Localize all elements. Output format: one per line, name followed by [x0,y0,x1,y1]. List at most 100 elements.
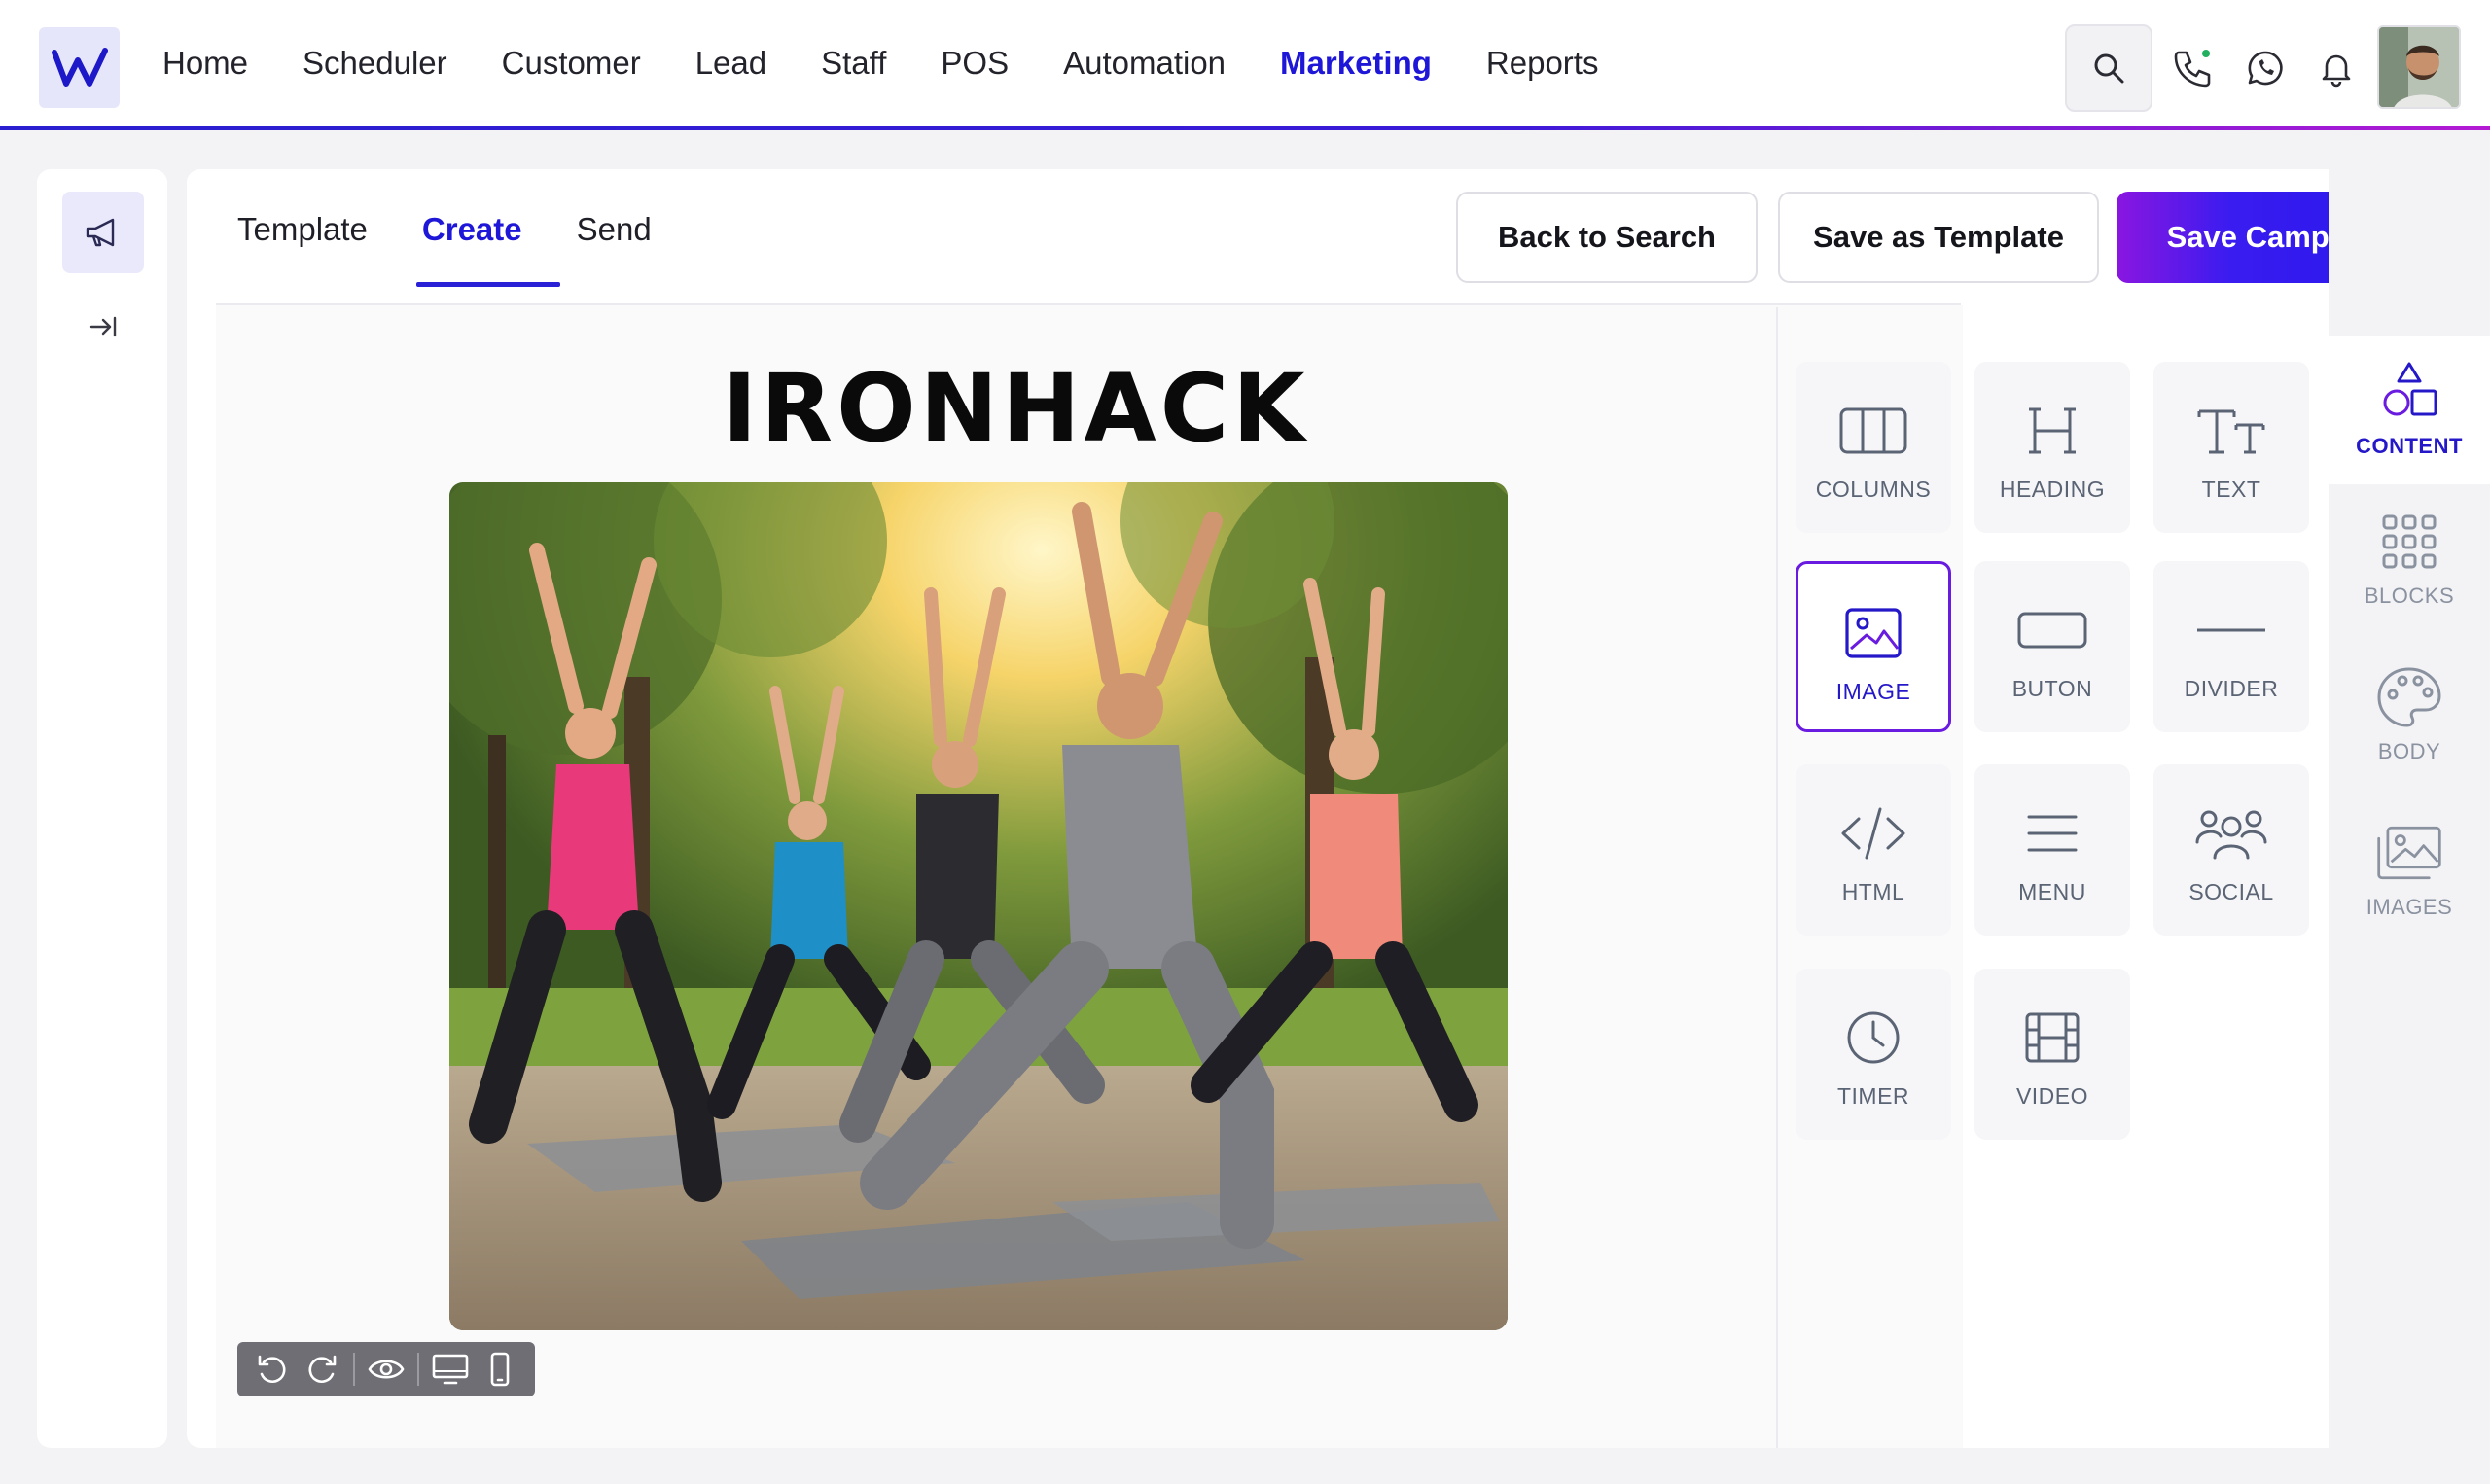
divider-icon [2194,598,2268,662]
tool-divider[interactable]: DIVIDER [2153,561,2309,732]
undo-button[interactable] [251,1348,294,1391]
save-as-template-button[interactable]: Save as Template [1778,192,2099,283]
email-hero-image[interactable] [449,482,1508,1330]
side-tab-label: IMAGES [2366,895,2453,919]
tool-label: IMAGE [1835,679,1911,704]
tool-columns[interactable]: COLUMNS [1796,362,1951,533]
tool-button[interactable]: BUTON [1974,561,2130,732]
tool-label: TIMER [1836,1083,1910,1109]
preview-button[interactable] [365,1348,408,1391]
nav-item-scheduler[interactable]: Scheduler [302,45,447,82]
mobile-view-button[interactable] [479,1348,521,1391]
canvas-toolbar [237,1342,535,1396]
logo-w-icon [51,47,108,87]
side-tab-images[interactable]: IMAGES [2329,795,2490,941]
tool-label: DIVIDER [2184,676,2279,701]
panel-divider [1776,307,1778,1448]
nav-item-customer[interactable]: Customer [502,45,641,82]
active-tab-indicator [416,282,560,287]
tool-label: HEADING [1999,477,2106,502]
bell-icon [2322,54,2351,88]
left-sidebar [37,169,167,1448]
tool-label: MENU [2018,879,2086,904]
palette-icon [2375,663,2443,731]
back-to-search-button[interactable]: Back to Search [1456,192,1758,283]
film-icon [2015,1006,2089,1070]
clock-icon [1836,1006,1910,1070]
side-tab-label: CONTENT [2356,434,2463,458]
button-icon [2015,598,2089,662]
whatsapp-icon [2248,51,2283,86]
expand-sidebar-button[interactable] [82,305,124,348]
desktop-icon [432,1354,468,1385]
tool-html[interactable]: HTML [1796,764,1951,936]
campaign-nav-button[interactable] [62,192,144,273]
tab-template[interactable]: Template [237,211,368,248]
nav-item-reports[interactable]: Reports [1486,45,1599,82]
email-canvas[interactable]: IRONHACK [216,305,1963,1448]
menu-icon [2015,801,2089,866]
tool-menu[interactable]: MENU [1974,764,2130,936]
notifications-button[interactable] [2315,47,2358,89]
user-avatar[interactable] [2377,25,2461,109]
toolbar-separator [416,1353,419,1386]
redo-button[interactable] [302,1348,344,1391]
nav-item-lead[interactable]: Lead [695,45,766,82]
tool-timer[interactable]: TIMER [1796,969,1951,1140]
tab-send[interactable]: Send [577,211,652,248]
side-tab-content-item[interactable]: CONTENT [2329,336,2490,484]
megaphone-icon [86,218,115,247]
eye-icon [368,1360,405,1379]
tool-label: TEXT [2201,477,2261,502]
tool-label: VIDEO [2015,1083,2089,1109]
heading-icon [2015,399,2089,463]
tab-create[interactable]: Create [422,211,522,248]
desktop-view-button[interactable] [429,1348,472,1391]
grid-icon [2375,508,2443,576]
side-tab-label: BODY [2377,739,2441,763]
nav-item-automation[interactable]: Automation [1063,45,1226,82]
tool-video[interactable]: VIDEO [1974,969,2130,1140]
side-tab-body[interactable]: BODY [2329,640,2490,786]
social-icon [2194,801,2268,866]
search-button[interactable] [2065,24,2152,112]
whatsapp-button[interactable] [2244,47,2287,89]
nav-item-home[interactable]: Home [162,45,248,82]
images-icon [2375,819,2443,887]
expand-arrow-icon [89,316,117,337]
tool-label: BUTON [2011,676,2093,701]
campaign-editor: Template Create Send Back to Search Save… [187,169,2490,1448]
shapes-icon [2375,358,2443,426]
code-icon [1836,801,1910,866]
nav-item-staff[interactable]: Staff [821,45,886,82]
tool-label: HTML [1841,879,1905,904]
redo-icon [308,1355,337,1383]
nav-item-marketing[interactable]: Marketing [1280,45,1432,82]
search-icon [2094,53,2124,84]
mobile-icon [490,1352,510,1387]
phone-button[interactable] [2171,47,2214,89]
tool-label: COLUMNS [1815,477,1932,502]
toolbar-separator [353,1353,356,1386]
text-icon [2194,399,2268,463]
tool-heading[interactable]: HEADING [1974,362,2130,533]
columns-icon [1836,399,1910,463]
yoga-group-photo [449,482,1508,1330]
tool-label: SOCIAL [2188,879,2274,904]
tool-text[interactable]: TEXT [2153,362,2309,533]
phone-icon [2174,50,2211,88]
tool-image[interactable]: IMAGE [1796,561,1951,732]
editor-tabs: Template Create Send [237,169,706,290]
side-tab-label: BLOCKS [2364,583,2455,608]
main-nav: Home Scheduler Customer Lead Staff POS A… [162,0,1653,126]
image-icon [1836,601,1910,665]
avatar-image [2379,27,2459,107]
tool-social[interactable]: SOCIAL [2153,764,2309,936]
top-navigation-bar: Home Scheduler Customer Lead Staff POS A… [0,0,2490,129]
nav-item-pos[interactable]: POS [941,45,1009,82]
nav-accent-line [0,126,2490,130]
side-tab-blocks[interactable]: BLOCKS [2329,484,2490,630]
app-logo[interactable] [39,27,120,108]
email-brand-heading[interactable]: IRONHACK [216,354,1815,463]
undo-icon [258,1355,286,1383]
